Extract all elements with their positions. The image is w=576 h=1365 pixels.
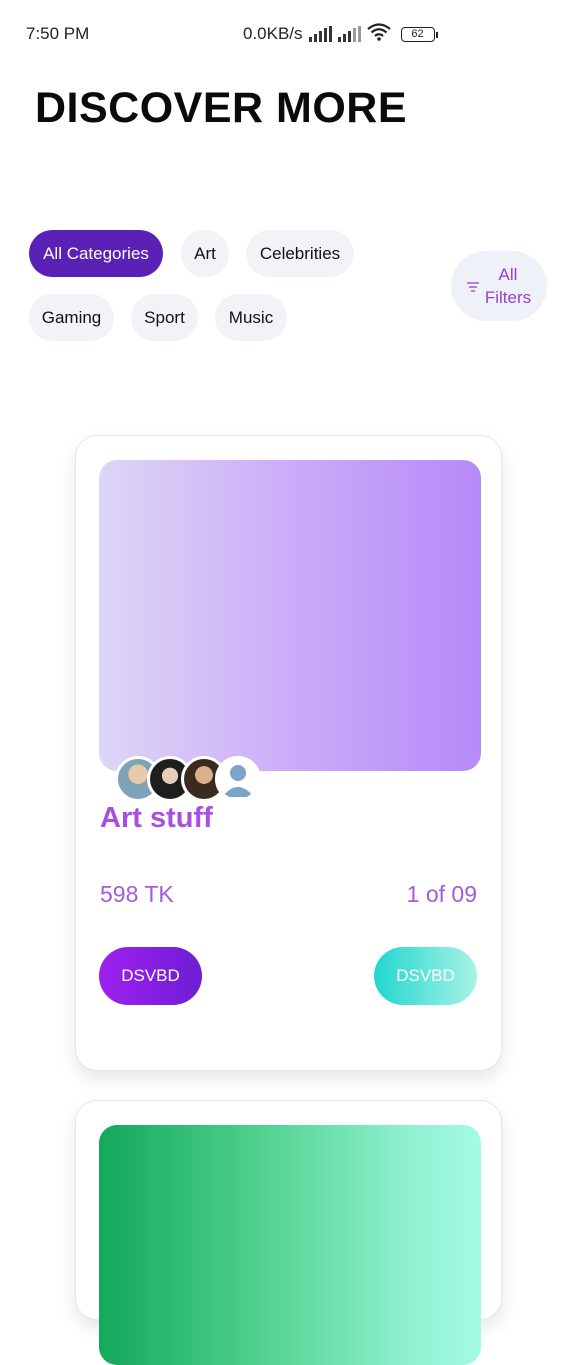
chip-label: Sport <box>144 307 185 327</box>
status-bar: 7:50 PM 0.0KB/s 62 <box>0 0 576 70</box>
all-filters-button[interactable]: All Filters <box>451 251 547 321</box>
collection-card[interactable]: Art stuff 598 TK 1 of 09 DSVBD DSVBD <box>75 435 502 1071</box>
chip-music[interactable]: Music <box>215 294 287 341</box>
chip-label: Art <box>194 243 216 263</box>
primary-action-label: DSVBD <box>121 966 180 985</box>
chip-all-categories[interactable]: All Categories <box>29 230 163 277</box>
card-cover-image <box>99 460 481 771</box>
card-cover-image <box>99 1125 481 1365</box>
all-filters-line-1: All <box>498 265 518 284</box>
card-price: 598 TK <box>100 881 174 907</box>
status-indicators: 0.0KB/s 62 <box>243 22 438 46</box>
chip-gaming[interactable]: Gaming <box>29 294 114 341</box>
secondary-action-button[interactable]: DSVBD <box>374 947 477 1005</box>
chip-label: Music <box>228 307 274 327</box>
chip-sport[interactable]: Sport <box>131 294 198 341</box>
primary-action-button[interactable]: DSVBD <box>99 947 202 1005</box>
battery-level: 62 <box>411 28 424 40</box>
page-title: DISCOVER MORE <box>35 84 408 132</box>
all-filters-label: All Filters <box>485 263 531 309</box>
chip-label: Gaming <box>41 307 102 327</box>
chip-art[interactable]: Art <box>181 230 229 277</box>
chip-celebrities[interactable]: Celebrities <box>246 230 354 277</box>
all-filters-line-2: Filters <box>484 288 532 307</box>
avatar-placeholder-icon <box>215 756 261 802</box>
chip-label: Celebrities <box>259 243 341 263</box>
signal-weak-icon <box>337 26 361 42</box>
wifi-icon <box>366 22 391 46</box>
signal-icon <box>308 26 332 42</box>
chip-label: All Categories <box>43 243 149 263</box>
battery-icon: 62 <box>400 26 438 42</box>
card-count: 1 of 09 <box>406 881 477 907</box>
collection-card[interactable] <box>75 1100 502 1365</box>
card-title: Art stuff <box>100 802 213 834</box>
status-time: 7:50 PM <box>26 24 90 43</box>
filter-icon <box>466 275 479 298</box>
secondary-action-label: DSVBD <box>396 966 455 985</box>
network-speed: 0.0KB/s <box>243 24 303 43</box>
